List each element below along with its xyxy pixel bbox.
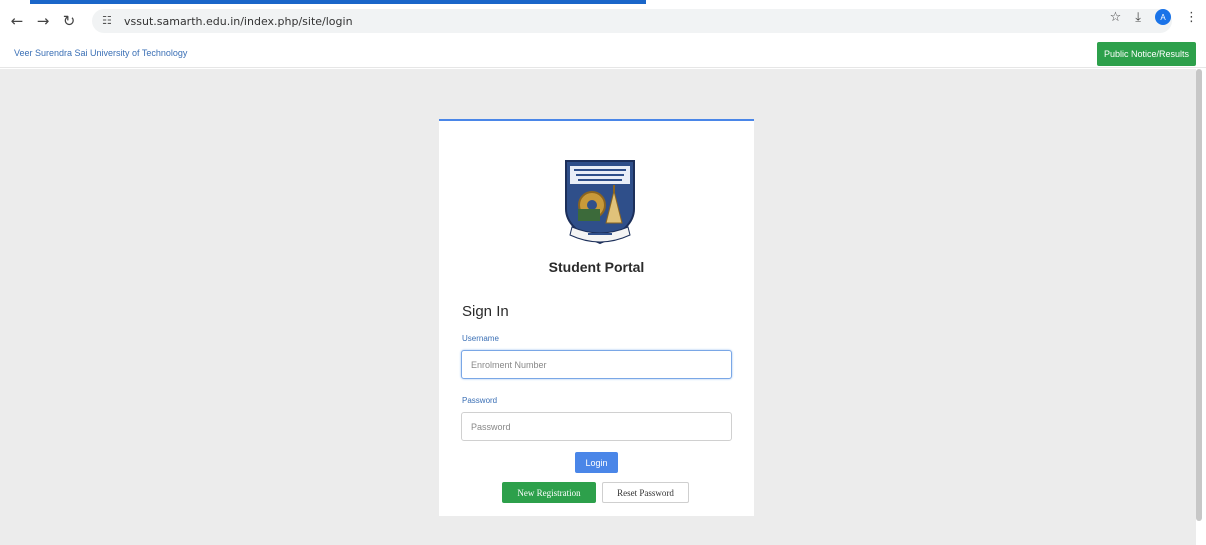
university-name-link[interactable]: Veer Surendra Sai University of Technolo…: [14, 48, 187, 58]
site-info-icon[interactable]: ☷: [102, 14, 116, 28]
username-label: Username: [462, 334, 499, 343]
reload-icon[interactable]: ↻: [56, 8, 82, 34]
top-highlight-strip: [30, 0, 646, 4]
reset-password-button[interactable]: Reset Password: [602, 482, 689, 503]
sign-in-heading: Sign In: [462, 303, 509, 320]
password-input[interactable]: [461, 412, 732, 441]
public-notice-button[interactable]: Public Notice/Results: [1096, 42, 1196, 66]
address-bar[interactable]: ☷ vssut.samarth.edu.in/index.php/site/lo…: [92, 9, 1172, 33]
login-button[interactable]: Login: [575, 452, 618, 473]
kebab-menu-icon[interactable]: ⋮: [1185, 10, 1198, 25]
download-icon[interactable]: ⤓: [1135, 10, 1141, 25]
university-logo: [565, 160, 635, 245]
browser-actions: ☆ ⤓ A ⋮: [1110, 9, 1198, 25]
browser-toolbar: ← → ↻ ☷ vssut.samarth.edu.in/index.php/s…: [0, 6, 1206, 36]
url-text[interactable]: vssut.samarth.edu.in/index.php/site/logi…: [124, 15, 353, 28]
new-registration-button[interactable]: New Registration: [502, 482, 596, 503]
star-icon[interactable]: ☆: [1110, 10, 1122, 25]
site-header: Veer Surendra Sai University of Technolo…: [0, 40, 1206, 68]
username-input[interactable]: [461, 350, 732, 379]
scrollbar[interactable]: [1196, 69, 1202, 521]
login-card: Student Portal Sign In Username Password…: [439, 119, 754, 516]
portal-title: Student Portal: [548, 259, 645, 275]
profile-avatar[interactable]: A: [1155, 9, 1171, 25]
back-icon[interactable]: ←: [4, 8, 30, 34]
forward-icon[interactable]: →: [30, 8, 56, 34]
password-label: Password: [462, 396, 498, 405]
